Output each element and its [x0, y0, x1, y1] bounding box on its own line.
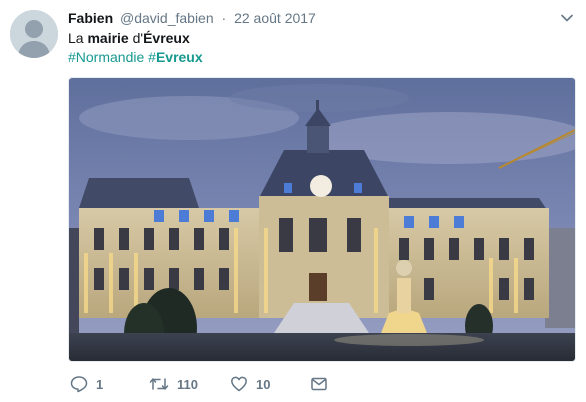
reply-icon	[70, 376, 88, 393]
tweet-hashtags: #Normandie #Evreux	[68, 48, 203, 67]
reply-count: 1	[96, 376, 104, 392]
tweet-photo[interactable]	[68, 77, 576, 362]
tweet-text-part: La	[68, 30, 88, 46]
retweet-button[interactable]: 110	[149, 373, 198, 395]
more-options-button[interactable]	[560, 11, 574, 25]
chevron-down-icon	[561, 14, 573, 22]
header-separator: ·	[221, 10, 227, 26]
avatar[interactable]	[10, 10, 58, 58]
retweet-count: 110	[177, 376, 198, 392]
tweet-text-bold: Évreux	[143, 30, 190, 46]
retweet-icon	[149, 378, 169, 390]
tweet-actions: 1 110 10	[68, 373, 368, 395]
heart-icon	[231, 376, 247, 392]
direct-message-button[interactable]	[310, 373, 336, 395]
tweet-text: La mairie d'Évreux	[68, 29, 190, 48]
town-hall-photo	[69, 78, 575, 361]
envelope-icon	[311, 377, 327, 391]
like-button[interactable]: 10	[230, 373, 270, 395]
hashtag-bold: Evreux	[155, 49, 203, 65]
author-name[interactable]: Fabien	[68, 10, 113, 26]
author-handle[interactable]: @david_fabien	[120, 10, 214, 26]
tweet-text-part: d'	[128, 30, 144, 46]
tweet-header: Fabien @david_fabien · 22 août 2017	[68, 9, 316, 27]
hashtag-link[interactable]: #Normandie	[68, 49, 144, 65]
like-count: 10	[256, 376, 271, 392]
tweet-text-bold: mairie	[87, 30, 129, 46]
tweet-timestamp[interactable]: 22 août 2017	[234, 10, 316, 26]
hashtag-link[interactable]: #Evreux	[148, 49, 203, 65]
default-avatar-icon	[10, 10, 58, 58]
reply-button[interactable]: 1	[70, 373, 103, 395]
hashtag-prefix: #	[148, 49, 156, 65]
